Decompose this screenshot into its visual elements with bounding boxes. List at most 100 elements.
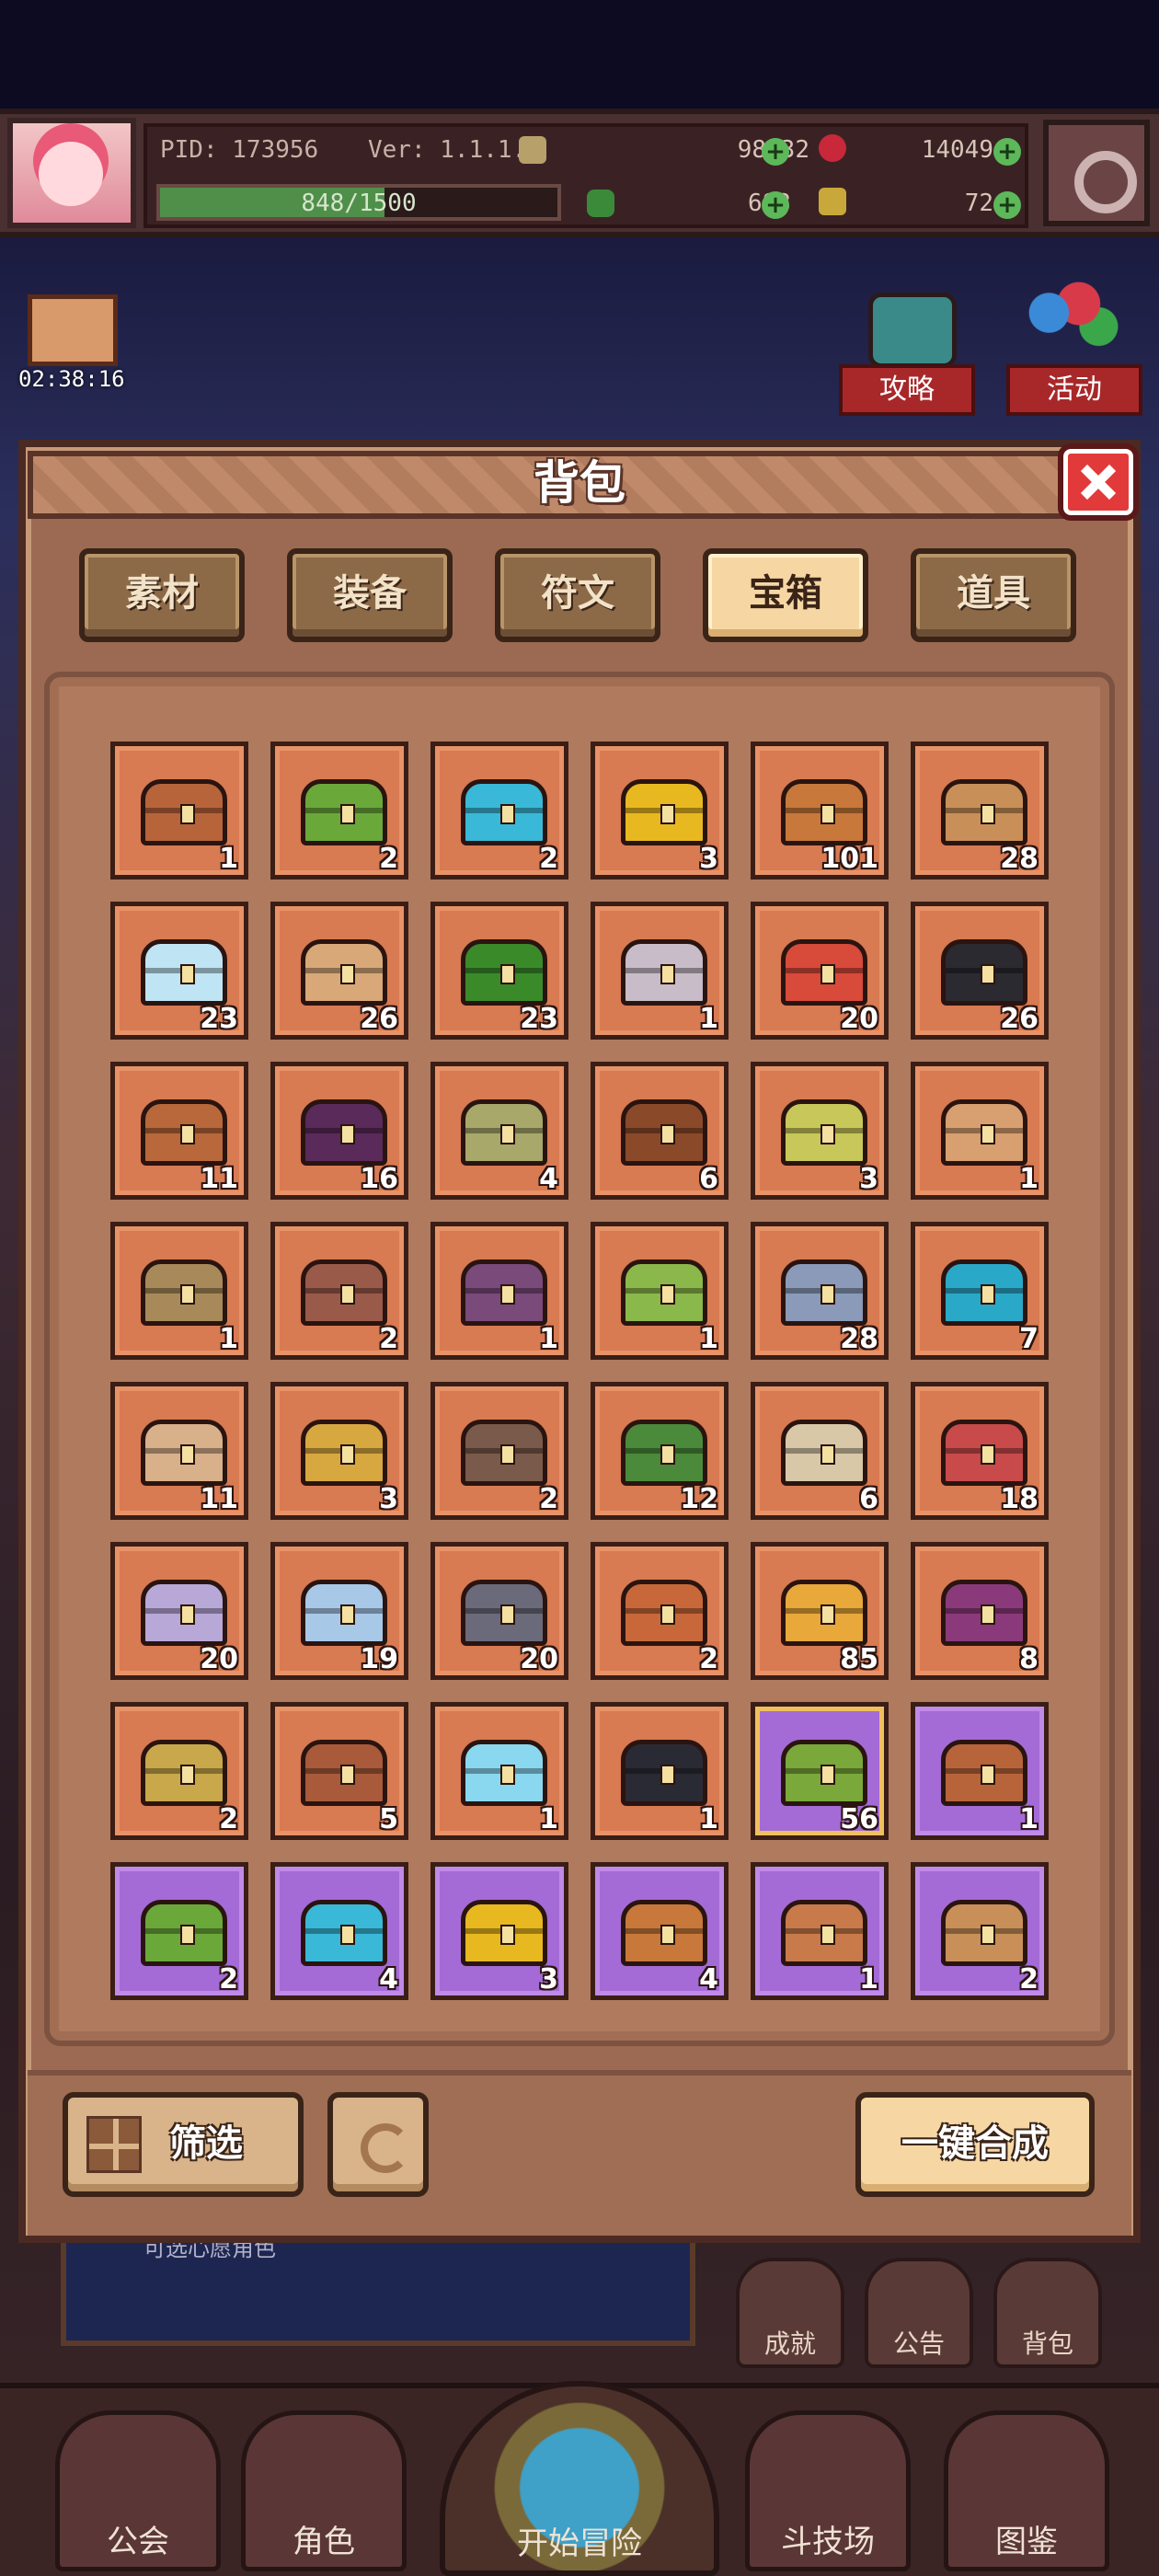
item-slot[interactable]: 3 (270, 1382, 408, 1520)
item-count: 4 (699, 1963, 718, 1995)
copy-icon[interactable] (519, 136, 546, 164)
filter-label: 筛选 (169, 2122, 243, 2165)
player-avatar[interactable] (7, 118, 136, 228)
item-slot[interactable]: 7 (911, 1222, 1049, 1360)
add-key-plus-icon[interactable]: + (993, 191, 1021, 219)
nav-codex[interactable]: 图鉴 (944, 2410, 1109, 2571)
crate-icon (781, 1900, 867, 1966)
adventurer-pack-icon (621, 1099, 707, 1166)
basket-icon (941, 1900, 1027, 1966)
gift-box-icon[interactable] (28, 294, 118, 366)
item-slot[interactable]: 28 (911, 742, 1049, 880)
tab-4[interactable]: 道具 (911, 548, 1076, 642)
item-count: 8 (1019, 1643, 1039, 1675)
item-slot[interactable]: 8 (911, 1542, 1049, 1680)
item-slot[interactable]: 23 (110, 902, 248, 1040)
combine-all-button[interactable]: 一键合成 (855, 2092, 1095, 2197)
nav-arena[interactable]: 斗技场 (745, 2410, 911, 2571)
ice-silver-chest-icon (301, 1580, 387, 1646)
tab-0[interactable]: 素材 (79, 548, 245, 642)
backpack-button[interactable]: 背包 (993, 2258, 1102, 2368)
flag-chest-icon (941, 1420, 1027, 1486)
wooden-chest-icon (141, 779, 227, 845)
item-slot[interactable]: 11 (110, 1382, 248, 1520)
item-count: 1 (699, 1803, 718, 1835)
item-slot[interactable]: 1 (591, 1222, 729, 1360)
item-slot[interactable]: 11 (110, 1062, 248, 1200)
item-slot[interactable]: 23 (430, 902, 568, 1040)
item-slot[interactable]: 20 (110, 1542, 248, 1680)
item-slot[interactable]: 85 (751, 1542, 889, 1680)
settings-gear-icon[interactable] (1043, 120, 1150, 226)
item-slot[interactable]: 28 (751, 1222, 889, 1360)
clover-chest-icon (141, 1740, 227, 1806)
item-slot[interactable]: 1 (911, 1702, 1049, 1840)
guide-button[interactable]: 攻略 (839, 364, 975, 416)
item-slot[interactable]: 2 (270, 742, 408, 880)
balloons-icon[interactable] (1019, 276, 1119, 368)
item-slot[interactable]: 2 (110, 1702, 248, 1840)
item-slot[interactable]: 20 (430, 1542, 568, 1680)
item-slot[interactable]: 19 (270, 1542, 408, 1680)
item-slot[interactable]: 4 (270, 1862, 408, 2000)
item-slot[interactable]: 5 (270, 1702, 408, 1840)
add-gold-plus-icon[interactable]: + (762, 138, 789, 166)
tab-1[interactable]: 装备 (287, 548, 453, 642)
item-count: 3 (539, 1963, 558, 1995)
tab-3[interactable]: 宝箱 (703, 548, 868, 642)
item-slot[interactable]: 3 (751, 1062, 889, 1200)
item-slot[interactable]: 18 (911, 1382, 1049, 1520)
nav-guild[interactable]: 公会 (55, 2410, 221, 2571)
shell-chest-icon (141, 1259, 227, 1326)
add-gem-plus-icon[interactable]: + (993, 138, 1021, 166)
item-slot[interactable]: 1 (911, 1062, 1049, 1200)
event-button[interactable]: 活动 (1006, 364, 1142, 416)
close-button[interactable] (1058, 443, 1139, 521)
filter-button[interactable]: 筛选 (63, 2092, 304, 2197)
item-count: 2 (699, 1643, 718, 1675)
announcements-button[interactable]: 公告 (865, 2258, 973, 2368)
item-slot[interactable]: 4 (430, 1062, 568, 1200)
item-slot[interactable]: 4 (591, 1862, 729, 2000)
item-slot[interactable]: 1 (751, 1862, 889, 2000)
achievements-button[interactable]: 成就 (736, 2258, 844, 2368)
bone-chest-icon (141, 1420, 227, 1486)
clover-icon (587, 190, 614, 217)
item-slot[interactable]: 12 (591, 1382, 729, 1520)
item-slot[interactable]: 2 (911, 1862, 1049, 2000)
item-slot[interactable]: 2 (110, 1862, 248, 2000)
item-slot[interactable]: 2 (430, 742, 568, 880)
item-slot[interactable]: 2 (591, 1542, 729, 1680)
item-slot[interactable]: 6 (591, 1062, 729, 1200)
item-slot[interactable]: 1 (430, 1222, 568, 1360)
item-slot[interactable]: 6 (751, 1382, 889, 1520)
refresh-icon[interactable] (327, 2092, 429, 2197)
item-slot[interactable]: 26 (911, 902, 1049, 1040)
item-count: 23 (520, 1003, 558, 1035)
item-slot[interactable]: 16 (270, 1062, 408, 1200)
add-clover-plus-icon[interactable]: + (762, 191, 789, 219)
item-slot[interactable]: 101 (751, 742, 889, 880)
tab-2[interactable]: 符文 (495, 548, 660, 642)
item-slot[interactable]: 1 (110, 1222, 248, 1360)
item-slot[interactable]: 2 (270, 1222, 408, 1360)
chat-bubble-icon[interactable] (868, 293, 957, 368)
item-slot[interactable]: 1 (110, 742, 248, 880)
ocean-chest-icon (941, 1259, 1027, 1326)
item-slot[interactable]: 1 (430, 1702, 568, 1840)
jungle-chest-icon (621, 1420, 707, 1486)
item-slot[interactable]: 1 (591, 1702, 729, 1840)
item-slot[interactable]: 3 (430, 1862, 568, 2000)
item-slot[interactable]: 56 (751, 1702, 889, 1840)
item-slot[interactable]: 2 (430, 1382, 568, 1520)
item-slot[interactable]: 1 (591, 902, 729, 1040)
item-slot[interactable]: 26 (270, 902, 408, 1040)
item-slot[interactable]: 20 (751, 902, 889, 1040)
item-count: 1 (859, 1963, 878, 1995)
item-slot[interactable]: 3 (591, 742, 729, 880)
nav-character[interactable]: 角色 (241, 2410, 407, 2571)
item-count: 6 (859, 1483, 878, 1515)
item-count: 1 (539, 1803, 558, 1835)
stone-icon (621, 939, 707, 1006)
nav-guild-label: 公会 (107, 2524, 169, 2560)
